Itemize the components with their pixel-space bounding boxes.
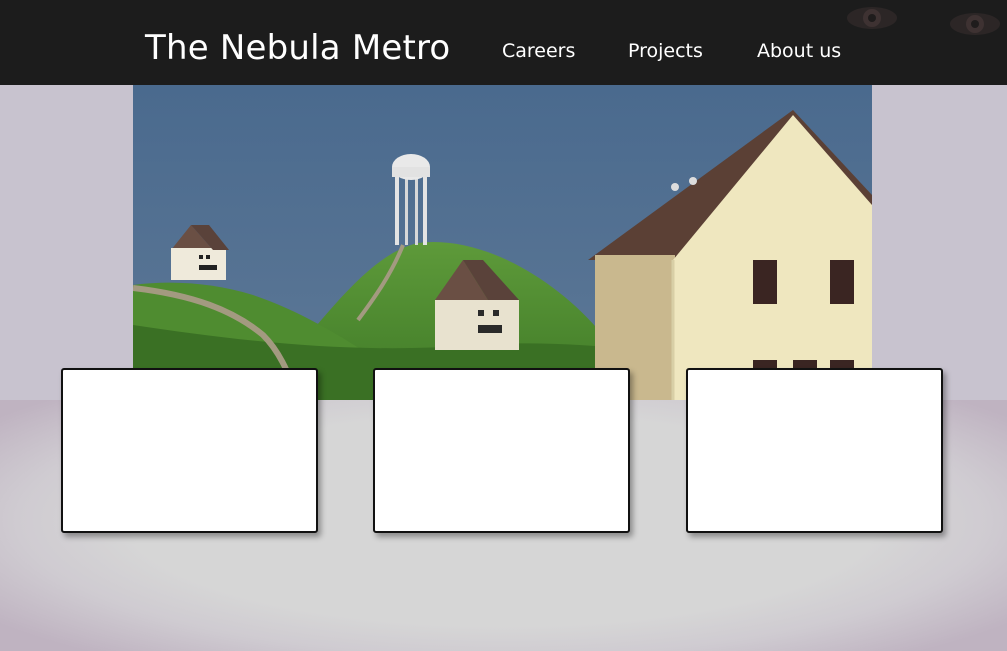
content-card[interactable]	[61, 368, 318, 533]
hero-image	[133, 85, 872, 400]
nav-careers[interactable]: Careers	[502, 42, 575, 61]
eye-decoration-icon	[950, 13, 1000, 35]
eye-decoration-icon	[847, 7, 897, 29]
site-header: The Nebula Metro Careers Projects About …	[0, 0, 1007, 85]
content-card[interactable]	[373, 368, 630, 533]
nav-projects[interactable]: Projects	[628, 42, 703, 61]
nav-about-us[interactable]: About us	[757, 42, 841, 61]
site-title[interactable]: The Nebula Metro	[145, 31, 450, 65]
content-card[interactable]	[686, 368, 943, 533]
